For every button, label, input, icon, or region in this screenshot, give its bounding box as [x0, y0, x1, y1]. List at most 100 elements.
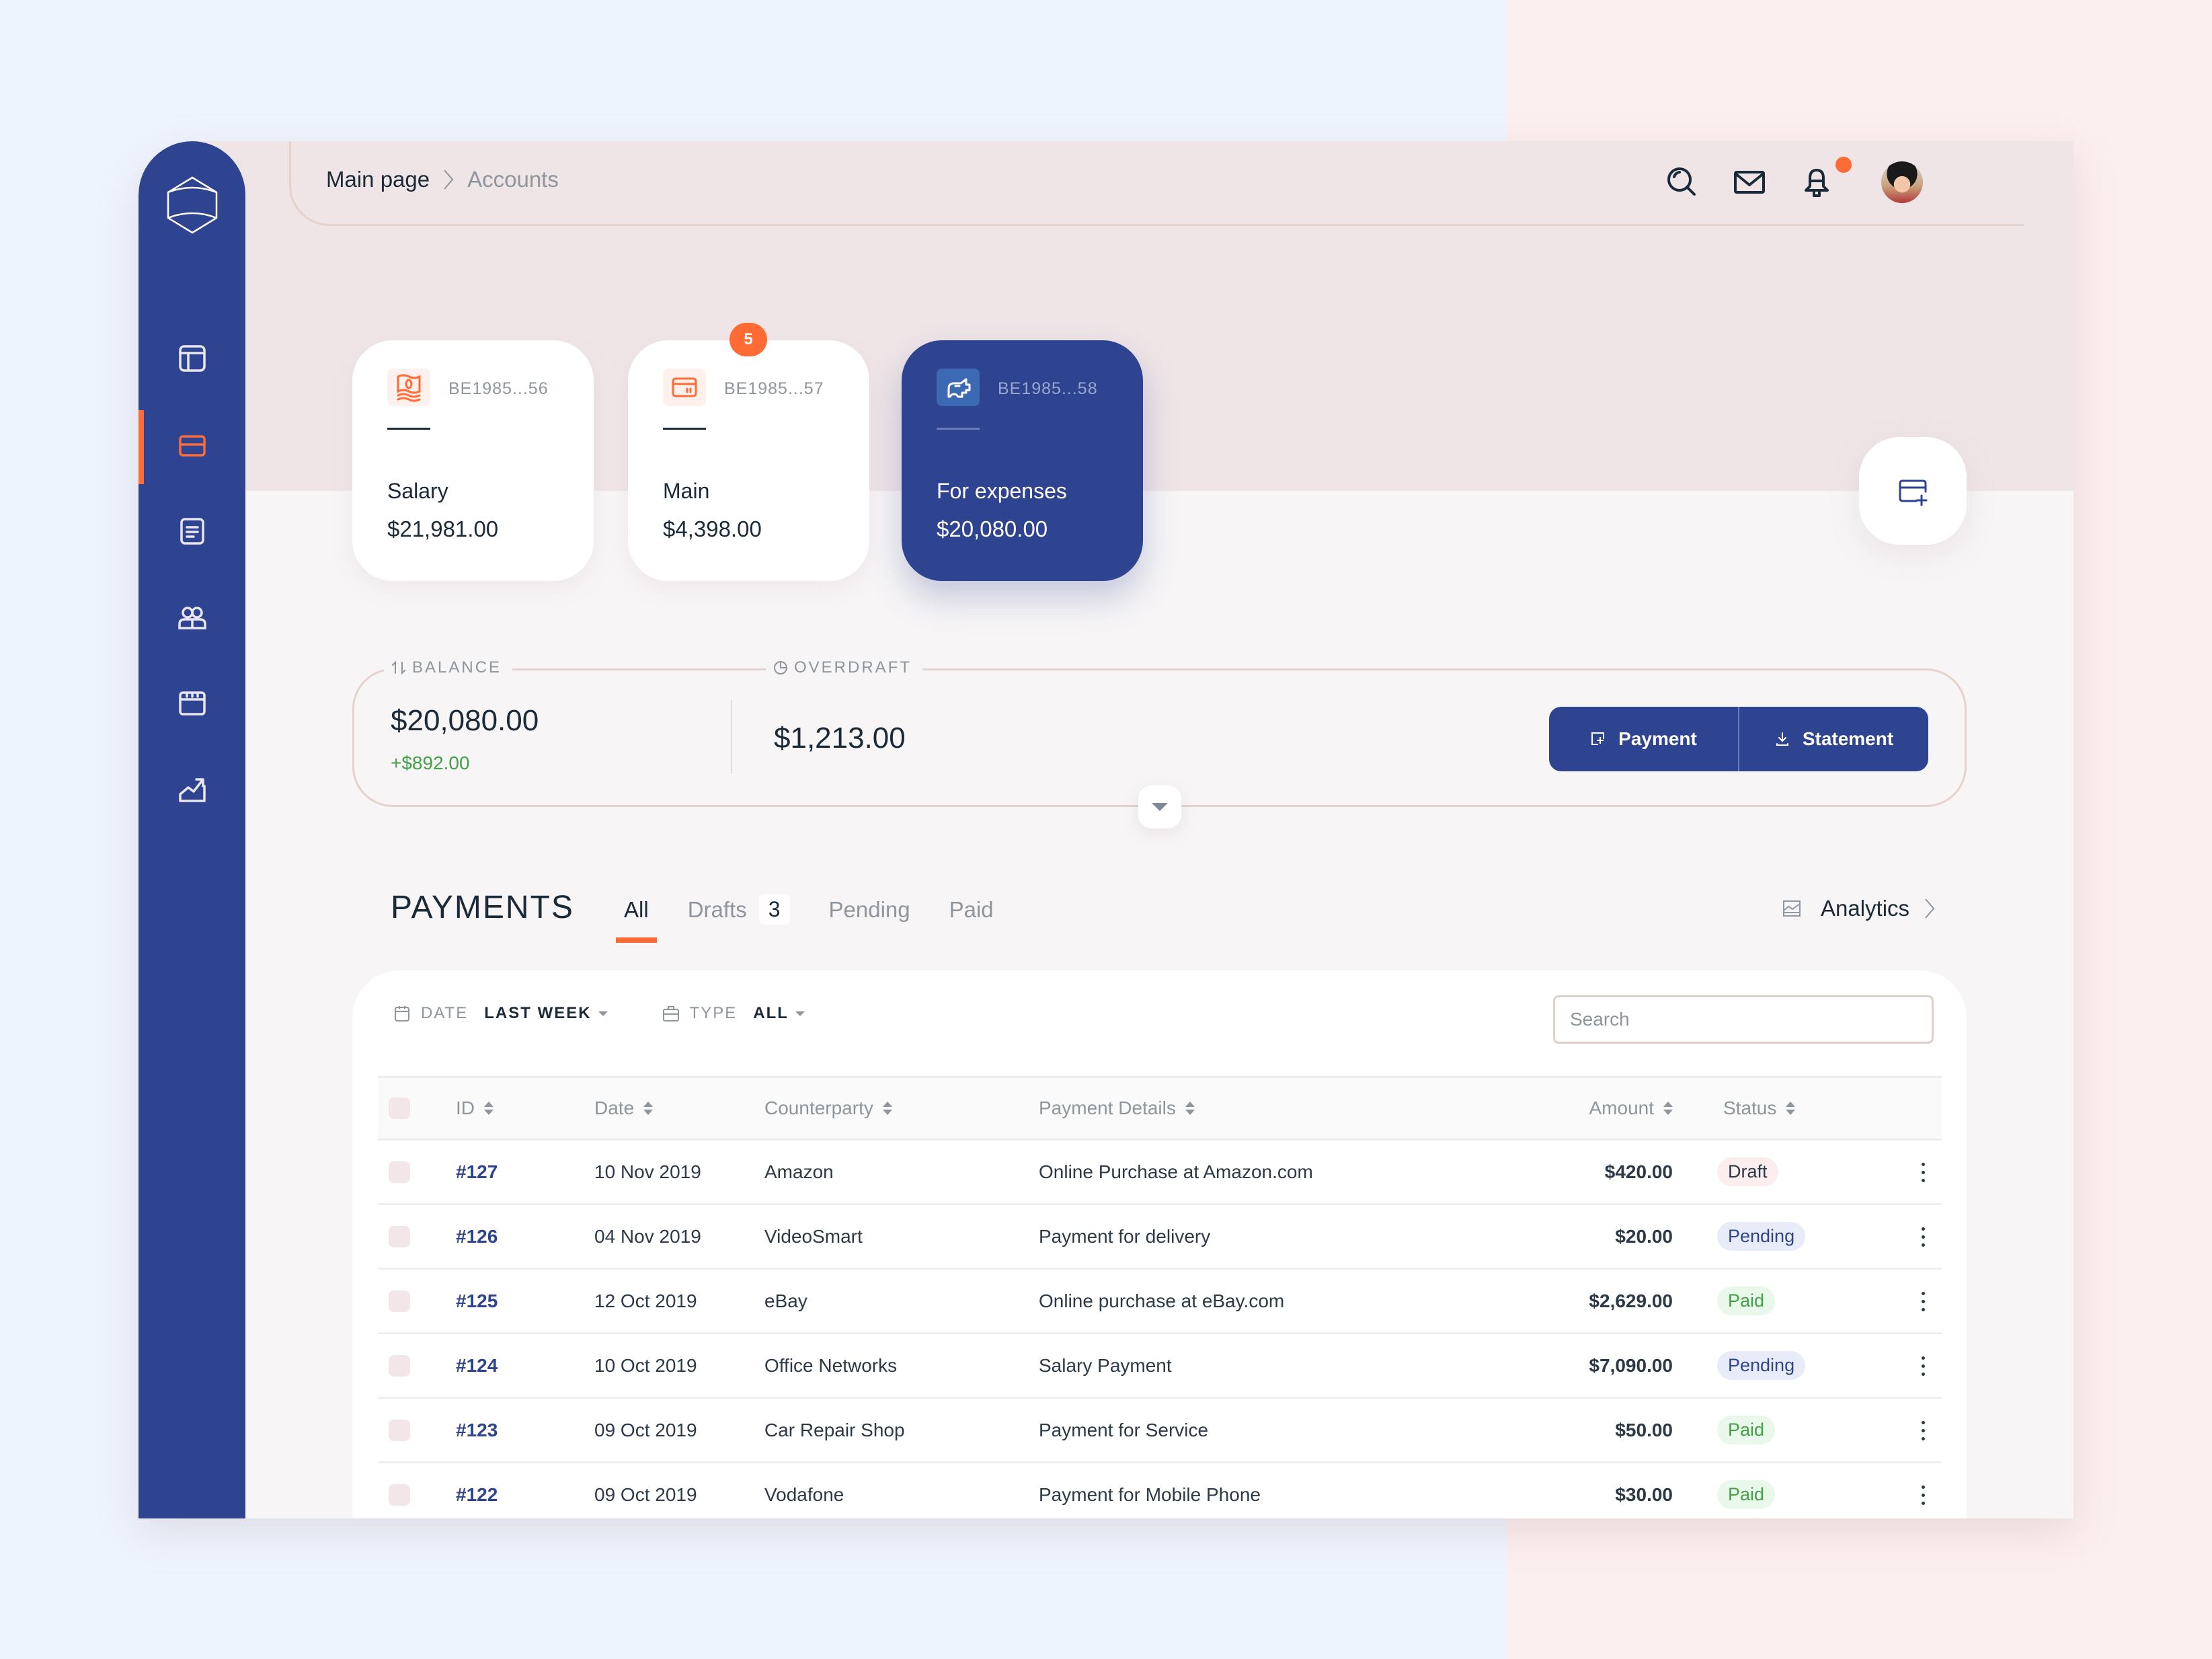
more-options-icon[interactable]	[1916, 1159, 1930, 1186]
table-row[interactable]: #123 09 Oct 2019 Car Repair Shop Payment fo…	[378, 1399, 1942, 1463]
app-window: Main page Accounts BE1985...56 Salary $2…	[139, 141, 2073, 1518]
column-header-payment-details[interactable]: Payment Details	[1039, 1097, 1195, 1119]
sort-icon	[1786, 1102, 1796, 1115]
account-card-expenses[interactable]: BE1985...58 For expenses $20,080.00	[902, 340, 1143, 581]
search-input[interactable]	[1553, 995, 1934, 1044]
breadcrumb-main-page[interactable]: Main page	[326, 167, 430, 192]
payment-id-link[interactable]: #122	[456, 1484, 498, 1506]
calendar-icon	[176, 687, 208, 723]
tab-label: Pending	[828, 896, 910, 922]
column-header-amount[interactable]: Amount	[1589, 1097, 1673, 1119]
select-all-checkbox[interactable]	[389, 1097, 410, 1119]
more-options-icon[interactable]	[1916, 1352, 1930, 1379]
tab-all[interactable]: All	[616, 897, 657, 943]
header-actions	[1632, 157, 1923, 203]
status-badge: Paid	[1717, 1286, 1776, 1315]
account-number: BE1985...58	[998, 379, 1098, 398]
payment-id-link[interactable]: #123	[456, 1420, 498, 1441]
briefcase-icon	[662, 1006, 679, 1021]
analytics-link[interactable]: Analytics	[1782, 896, 1936, 921]
mail-button[interactable]	[1732, 165, 1767, 200]
row-checkbox[interactable]	[389, 1419, 410, 1441]
account-name: Salary	[387, 479, 448, 503]
account-amount: $4,398.00	[663, 516, 762, 541]
date-filter-value: LAST WEEK	[484, 1004, 592, 1022]
hexagon-logo-icon[interactable]	[165, 175, 219, 235]
more-options-icon[interactable]	[1916, 1223, 1930, 1250]
table-row[interactable]: #124 10 Oct 2019 Office Networks Salary Pay…	[378, 1334, 1942, 1399]
row-checkbox[interactable]	[389, 1290, 410, 1312]
sidebar-item-documents[interactable]	[139, 496, 245, 570]
download-icon	[1776, 732, 1788, 746]
account-number: BE1985...57	[724, 379, 824, 398]
expand-button[interactable]	[1138, 785, 1181, 828]
balance-label-text: BALANCE	[412, 658, 502, 677]
sort-icon	[643, 1102, 654, 1115]
column-label: Payment Details	[1039, 1097, 1176, 1118]
column-header-status[interactable]: Status	[1723, 1097, 1796, 1119]
column-header-id[interactable]: ID	[456, 1097, 493, 1119]
table-row[interactable]: #126 04 Nov 2019 VideoSmart Payment for del…	[378, 1205, 1942, 1270]
table-row[interactable]: #127 10 Nov 2019 Amazon Online Purchase at …	[378, 1141, 1942, 1205]
table-row[interactable]: #125 12 Oct 2019 eBay Online purchase at eB…	[378, 1270, 1942, 1334]
status-badge: Draft	[1717, 1157, 1778, 1186]
row-checkbox[interactable]	[389, 1483, 410, 1506]
column-label: Counterparty	[764, 1097, 873, 1118]
payment-counterparty: Vodafone	[764, 1483, 844, 1505]
payment-date: 10 Nov 2019	[594, 1161, 701, 1182]
statement-button[interactable]: Statement	[1738, 707, 1928, 771]
payment-details: Online purchase at eBay.com	[1039, 1290, 1285, 1311]
sidebar-item-contacts[interactable]	[139, 582, 245, 656]
type-filter-value: ALL	[753, 1004, 789, 1022]
search-button[interactable]	[1665, 165, 1700, 200]
avatar[interactable]	[1881, 161, 1923, 203]
column-header-counterparty[interactable]: Counterparty	[764, 1097, 892, 1119]
payments-title: PAYMENTS	[391, 890, 574, 925]
caret-down-icon	[598, 1011, 608, 1016]
add-account-button[interactable]	[1859, 437, 1967, 545]
payment-id-link[interactable]: #127	[456, 1161, 498, 1183]
sidebar-item-calendar[interactable]	[139, 668, 245, 742]
sidebar-item-dashboard[interactable]	[139, 323, 245, 397]
sidebar-item-analytics[interactable]	[139, 753, 245, 827]
payment-id-link[interactable]: #125	[456, 1290, 498, 1312]
add-card-icon	[1899, 479, 1928, 506]
notification-dot	[1835, 157, 1852, 173]
tab-paid[interactable]: Paid	[949, 897, 994, 923]
payment-amount: $7,090.00	[1589, 1354, 1673, 1376]
sidebar-item-accounts[interactable]	[139, 410, 245, 484]
new-payment-icon	[1591, 732, 1605, 745]
more-options-icon[interactable]	[1916, 1481, 1930, 1508]
account-amount: $21,981.00	[387, 516, 499, 541]
payment-details: Online Purchase at Amazon.com	[1039, 1161, 1313, 1182]
more-options-icon[interactable]	[1916, 1417, 1930, 1444]
date-filter[interactable]: DATE LAST WEEK	[393, 1004, 608, 1023]
type-filter[interactable]: TYPE ALL	[662, 1004, 805, 1023]
payment-date: 09 Oct 2019	[594, 1419, 697, 1440]
row-checkbox[interactable]	[389, 1354, 410, 1377]
card-icon	[176, 430, 208, 465]
breadcrumb-accounts: Accounts	[467, 167, 559, 192]
tab-drafts[interactable]: Drafts 3	[688, 894, 790, 925]
more-options-icon[interactable]	[1916, 1288, 1930, 1315]
date-filter-label: DATE	[421, 1004, 469, 1022]
row-checkbox[interactable]	[389, 1161, 410, 1183]
payment-counterparty: eBay	[764, 1290, 807, 1311]
status-badge: Pending	[1717, 1222, 1806, 1251]
column-header-date[interactable]: Date	[594, 1097, 654, 1119]
payment-button[interactable]: Payment	[1549, 707, 1738, 771]
status-badge: Paid	[1717, 1416, 1776, 1444]
payment-details: Payment for delivery	[1039, 1225, 1211, 1247]
payment-id-link[interactable]: #126	[456, 1226, 498, 1247]
payment-tabs: All Drafts 3 Pending Paid	[616, 894, 1033, 943]
row-checkbox[interactable]	[389, 1225, 410, 1247]
account-card-salary[interactable]: BE1985...56 Salary $21,981.00	[352, 340, 594, 581]
account-card-main[interactable]: 5 BE1985...57 Main $4,398.00	[628, 323, 869, 581]
tab-label: Drafts	[687, 896, 747, 922]
payment-id-link[interactable]: #124	[456, 1355, 498, 1377]
table-row[interactable]: #122 09 Oct 2019 Vodafone Payment for Mobil…	[378, 1463, 1942, 1518]
document-icon	[176, 515, 208, 551]
notifications-button[interactable]	[1799, 157, 1852, 200]
tab-pending[interactable]: Pending	[829, 897, 910, 923]
divider	[663, 428, 706, 430]
